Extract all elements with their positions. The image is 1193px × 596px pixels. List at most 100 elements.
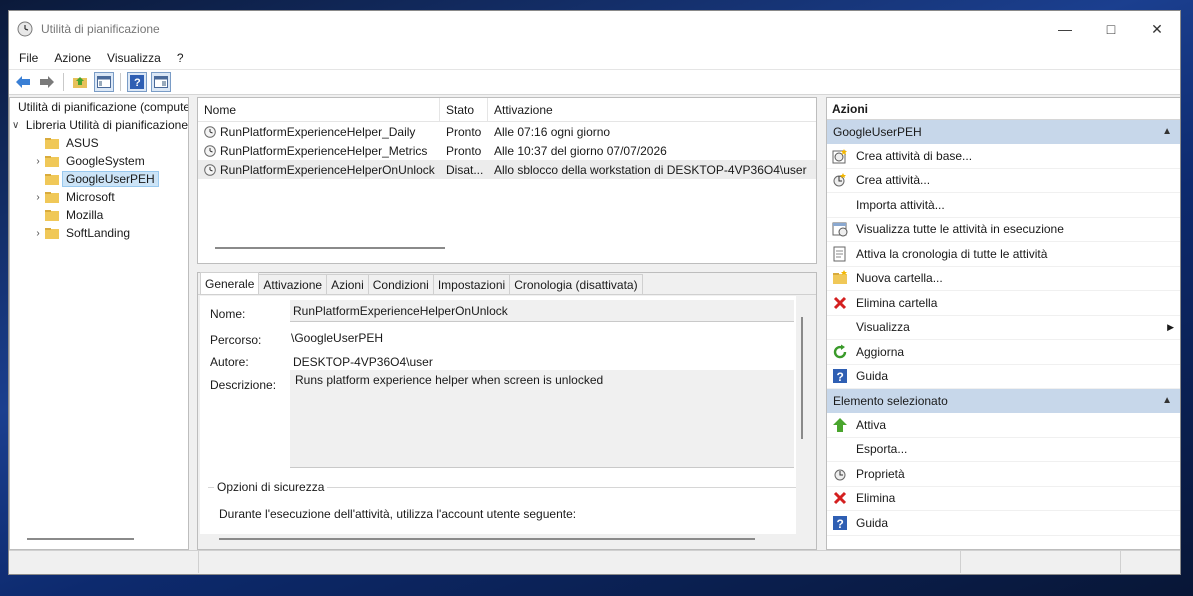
tree-horizontal-scrollbar[interactable] <box>27 538 134 540</box>
action-item[interactable]: Aggiorna <box>827 340 1180 365</box>
tree-folder-label: ASUS <box>66 136 99 150</box>
library-folder-icon <box>19 124 20 126</box>
action-item[interactable]: Importa attività... <box>827 193 1180 218</box>
status-cell <box>9 551 199 573</box>
maximize-button[interactable]: □ <box>1088 11 1134 47</box>
task-status: Disat... <box>446 162 484 177</box>
tab-azioni[interactable]: Azioni <box>326 274 369 294</box>
history-icon <box>832 246 848 262</box>
tab-generale[interactable]: Generale <box>200 272 260 294</box>
action-item[interactable]: Attiva <box>827 413 1180 438</box>
tree-library[interactable]: ∨ Libreria Utilità di pianificazione <box>10 116 188 134</box>
tab-cronologia[interactable]: Cronologia (disattivata) <box>509 274 643 294</box>
menu-azione[interactable]: Azione <box>46 51 99 65</box>
show-action-pane-button[interactable] <box>151 72 171 92</box>
chevron-right-icon[interactable]: › <box>32 192 44 203</box>
folder-icon <box>45 228 59 239</box>
action-item[interactable]: Proprietà <box>827 462 1180 487</box>
chevron-down-icon[interactable]: ∨ <box>12 120 19 131</box>
task-trigger: Alle 07:16 ogni giorno <box>494 124 611 139</box>
column-header-trigger[interactable]: Attivazione <box>488 98 816 122</box>
tree-folder-item[interactable]: Mozilla <box>10 206 188 224</box>
task-name: RunPlatformExperienceHelper_Daily <box>220 124 416 139</box>
properties-icon <box>832 466 848 482</box>
window-title: Utilità di pianificazione <box>41 22 160 36</box>
action-item-label: Importa attività... <box>856 197 945 212</box>
task-row[interactable]: RunPlatformExperienceHelperOnUnlock Disat… <box>198 160 816 179</box>
forward-button[interactable] <box>37 72 57 92</box>
menu-help[interactable]: ? <box>169 51 192 65</box>
action-item[interactable]: Visualizza ▶ <box>827 316 1180 340</box>
svg-text:?: ? <box>134 77 141 89</box>
task-trigger: Allo sblocco della workstation di DESKTO… <box>494 162 807 177</box>
action-item[interactable]: Visualizza tutte le attività in esecuzio… <box>827 218 1180 242</box>
collapse-triangle-icon[interactable]: ▲ <box>1162 389 1172 413</box>
action-item[interactable]: ? Guida <box>827 511 1180 536</box>
actions-section-selected[interactable]: Elemento selezionato ▲ <box>827 389 1180 413</box>
tree-folder-item[interactable]: ASUS <box>10 134 188 152</box>
task-row[interactable]: RunPlatformExperienceHelper_Daily Pronto A… <box>198 122 816 141</box>
help-button[interactable]: ? <box>127 72 147 92</box>
action-item[interactable]: Esporta... <box>827 438 1180 462</box>
action-item[interactable]: Attiva la cronologia di tutte le attivit… <box>827 242 1180 267</box>
tree-folder-item[interactable]: › Microsoft <box>10 188 188 206</box>
task-list-horizontal-scrollbar[interactable] <box>215 247 445 249</box>
close-button[interactable]: ✕ <box>1134 11 1180 47</box>
description-field[interactable]: Runs platform experience helper when scr… <box>290 370 794 468</box>
chevron-right-icon[interactable]: › <box>32 228 44 239</box>
path-label: Percorso: <box>210 333 262 347</box>
task-row[interactable]: RunPlatformExperienceHelper_Metrics Pront… <box>198 141 816 160</box>
task-list-header: Nome Stato Attivazione <box>198 97 816 122</box>
actions-section-folder[interactable]: GoogleUserPEH ▲ <box>827 120 1180 144</box>
tree-folder-item[interactable]: › GoogleSystem <box>10 152 188 170</box>
detail-tabs: Generale Attivazione Azioni Condizioni I… <box>198 272 816 295</box>
actions-section-folder-label: GoogleUserPEH <box>833 125 922 139</box>
tree-folder-item[interactable]: GoogleUserPEH <box>10 170 188 188</box>
detail-horizontal-scrollbar[interactable] <box>219 538 755 540</box>
create-task-icon <box>832 172 848 188</box>
action-item[interactable]: Elimina cartella <box>827 291 1180 316</box>
action-item[interactable]: Crea attività di base... <box>827 144 1180 169</box>
status-cell <box>961 551 1121 573</box>
back-button[interactable] <box>13 72 33 92</box>
up-folder-button[interactable] <box>70 72 90 92</box>
collapse-triangle-icon[interactable]: ▲ <box>1162 120 1172 144</box>
task-status: Pronto <box>446 143 482 158</box>
toolbar: ? <box>9 69 1180 95</box>
column-header-status[interactable]: Stato <box>440 97 488 122</box>
tab-impostazioni[interactable]: Impostazioni <box>432 274 511 294</box>
new-folder-icon <box>832 270 848 286</box>
security-group-title: Opzioni di sicurezza <box>214 480 328 494</box>
detail-vertical-scrollbar[interactable] <box>801 317 803 439</box>
help-icon: ? <box>832 515 848 531</box>
author-label: Autore: <box>210 355 249 369</box>
tree-folder-item[interactable]: › SoftLanding <box>10 224 188 242</box>
tree-root[interactable]: Utilità di pianificazione (computer loca… <box>10 98 188 116</box>
column-header-name[interactable]: Nome <box>198 97 440 122</box>
action-item[interactable]: Crea attività... <box>827 169 1180 193</box>
delete-x-icon <box>832 295 848 311</box>
action-item[interactable]: ? Guida <box>827 365 1180 389</box>
show-hide-tree-button[interactable] <box>94 72 114 92</box>
chevron-right-icon[interactable]: › <box>32 156 44 167</box>
action-item-label: Proprietà <box>856 466 905 481</box>
tab-condizioni[interactable]: Condizioni <box>367 274 434 294</box>
task-detail-panel: Generale Attivazione Azioni Condizioni I… <box>197 272 817 550</box>
action-pane-icon <box>154 76 168 88</box>
minimize-button[interactable]: — <box>1042 11 1088 47</box>
action-item-label: Attiva <box>856 417 887 432</box>
menu-visualizza[interactable]: Visualizza <box>99 51 169 65</box>
menu-file[interactable]: File <box>11 51 46 65</box>
tab-attivazione[interactable]: Attivazione <box>258 274 328 294</box>
general-tab-body: Nome: RunPlatformExperienceHelperOnUnloc… <box>200 296 796 534</box>
action-item[interactable]: Elimina <box>827 487 1180 511</box>
actions-pane: Azioni GoogleUserPEH ▲ Crea attività di … <box>826 97 1180 550</box>
task-name: RunPlatformExperienceHelperOnUnlock <box>220 162 435 177</box>
tree-folder-label: GoogleSystem <box>66 154 145 168</box>
action-item[interactable]: Nuova cartella... <box>827 267 1180 291</box>
action-item-label: Visualizza <box>856 320 910 335</box>
name-field[interactable]: RunPlatformExperienceHelperOnUnlock <box>290 300 794 322</box>
author-value: DESKTOP-4VP36O4\user <box>293 355 433 369</box>
arrow-left-icon <box>16 76 30 88</box>
help-icon: ? <box>130 75 144 89</box>
